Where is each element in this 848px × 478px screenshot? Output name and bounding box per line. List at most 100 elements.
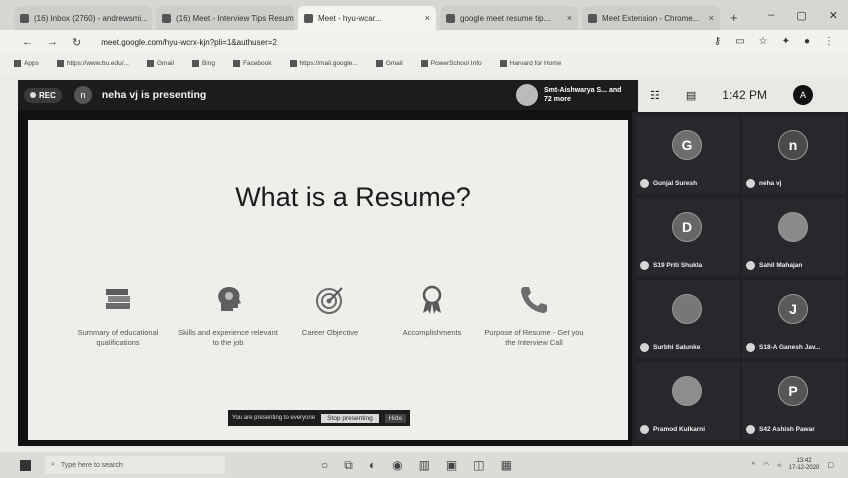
participant-tile[interactable]: D S19 Priti Shukla [636, 198, 740, 276]
recording-badge: REC [24, 87, 62, 103]
mic-active-icon [746, 179, 755, 188]
stop-presenting-button[interactable]: Stop presenting [321, 413, 379, 423]
mic-off-icon [746, 343, 755, 352]
meet-top-bar: REC n neha vj is presenting Smt-Aishwary… [18, 80, 638, 110]
bookmark-item[interactable]: https://mail.google... [289, 60, 358, 68]
pinned-participant[interactable]: Smt-Aishwarya S... and 72 more [516, 84, 630, 106]
url-field[interactable]: meet.google.com/hyu-wcrx-kjn?pli=1&authu… [101, 38, 277, 47]
facebook-icon [232, 60, 240, 68]
participant-tile[interactable]: Surbhi Salunke [636, 280, 740, 358]
google-icon [146, 60, 154, 68]
slide-item-skills: Skills and experience relevant to the jo… [178, 280, 278, 348]
participant-name-row: Sahil Mahajan [746, 261, 802, 270]
network-icon[interactable]: ◠ [763, 461, 769, 469]
bookmark-item[interactable]: Bing [191, 60, 215, 68]
browser-tab[interactable]: google meet resume tip... × [440, 6, 578, 30]
tab-favicon-icon [446, 13, 455, 23]
tab-label: Meet Extension - Chrome... [602, 13, 700, 23]
bookmark-item[interactable]: https://www.bu.edu/... [56, 60, 129, 68]
menu-icon[interactable]: ⋮ [824, 36, 834, 47]
account-avatar[interactable]: A [792, 85, 813, 105]
mic-off-icon [746, 261, 755, 270]
slide-item-objective: Career Objective [280, 280, 380, 338]
bookmark-item[interactable]: PowerSchool Info [420, 60, 482, 68]
participant-avatar: P [778, 376, 808, 406]
mic-off-icon [640, 343, 649, 352]
close-tab-icon[interactable]: × [425, 13, 430, 23]
tray-clock[interactable]: 13:42 17-12-2020 [789, 458, 820, 472]
record-dot-icon [30, 92, 36, 98]
presenter-avatar: n [73, 86, 92, 104]
system-tray: ^ ◠ ◃ 13:42 17-12-2020 ▢ [752, 458, 834, 472]
meet-top-right-controls: ☷ ▤ 1:42 PM A [638, 78, 848, 112]
tab-favicon-icon [304, 13, 313, 23]
bookmark-item[interactable]: Gmail [375, 60, 403, 68]
profile-icon[interactable]: ● [804, 36, 810, 47]
hide-button[interactable]: Hide [384, 413, 407, 423]
close-tab-icon[interactable]: × [567, 13, 572, 23]
star-icon[interactable]: ☆ [759, 36, 768, 47]
chat-icon[interactable]: ▤ [686, 89, 696, 102]
bookmark-item[interactable]: Harvard for Home [499, 60, 561, 68]
bookmark-icon [420, 60, 428, 68]
participant-tile[interactable]: Sahil Mahajan [742, 198, 846, 276]
notifications-icon[interactable]: ▢ [827, 461, 834, 469]
store-icon[interactable]: ▣ [446, 458, 457, 473]
slide-item-education: Summary of educational qualifications [68, 280, 168, 348]
tab-label: Meet - hyu-wcar... [318, 13, 382, 23]
books-icon [68, 280, 168, 320]
edge-icon[interactable]: ◐ [369, 458, 376, 473]
windows-start-icon[interactable] [20, 459, 31, 471]
gmail-icon [375, 60, 383, 68]
app-icon[interactable]: ▦ [501, 458, 512, 473]
bookmark-item[interactable]: Apps [14, 60, 39, 68]
taskbar-search-box[interactable]: ⌕ Type here to search [45, 456, 225, 474]
people-icon[interactable]: ☷ [650, 89, 660, 102]
participant-tile[interactable]: P S42 Ashish Pawar [742, 362, 846, 440]
chrome-icon[interactable]: ◉ [392, 458, 402, 473]
key-icon[interactable]: ⚷ [714, 36, 721, 47]
participant-tile[interactable]: n neha vj [742, 116, 846, 194]
reload-icon[interactable]: ↻ [72, 36, 81, 49]
close-tab-icon[interactable]: × [709, 13, 714, 23]
presentation-slide: What is a Resume? Summary of educational… [28, 120, 628, 440]
minimize-icon[interactable]: – [768, 9, 774, 22]
browser-tab-active[interactable]: Meet - hyu-wcar... × [298, 6, 436, 30]
browser-tab[interactable]: Meet Extension - Chrome... × [582, 6, 720, 30]
cast-icon[interactable]: ▭ [735, 36, 744, 47]
bookmarks-bar: Apps https://www.bu.edu/... Gmail Bing F… [0, 54, 848, 74]
slide-title: What is a Resume? [235, 182, 471, 212]
taskbar-apps: ○ ⧉ ◐ ◉ ▥ ▣ ◫ ▦ [321, 458, 512, 473]
tray-arrow-icon[interactable]: ^ [752, 462, 755, 469]
close-window-icon[interactable]: ✕ [829, 9, 838, 22]
screen: (16) Inbox (2760) - andrewsmi...× (16) M… [0, 0, 848, 478]
participant-name-row: S18-A Ganesh Jav... [746, 343, 820, 352]
task-view-icon[interactable]: ⧉ [344, 458, 353, 473]
back-icon[interactable]: ← [22, 36, 33, 48]
maximize-icon[interactable]: ▢ [796, 9, 806, 22]
volume-icon[interactable]: ◃ [777, 461, 781, 469]
participant-tile[interactable]: G Gunjal Suresh [636, 116, 740, 194]
new-tab-icon[interactable]: + [730, 10, 738, 25]
bookmark-item[interactable]: Gmail [146, 60, 174, 68]
participant-name-row: S42 Ashish Pawar [746, 425, 815, 434]
browser-tab[interactable]: (16) Meet - Interview Tips Resume...× [156, 6, 294, 30]
mail-icon[interactable]: ◫ [473, 458, 484, 473]
tab-favicon-icon [588, 13, 597, 23]
extension-icon[interactable]: ✦ [782, 36, 790, 47]
bookmark-item[interactable]: Facebook [232, 60, 272, 68]
browser-tab[interactable]: (16) Inbox (2760) - andrewsmi...× [14, 6, 152, 30]
files-icon[interactable]: ▥ [419, 458, 430, 473]
tab-label: (16) Meet - Interview Tips Resume... [176, 13, 294, 23]
participant-photo [778, 212, 808, 242]
forward-icon[interactable]: → [47, 36, 58, 48]
participant-avatar: J [778, 294, 808, 324]
slide-item-label: Skills and experience relevant to the jo… [178, 328, 278, 347]
tab-label: (16) Inbox (2760) - andrewsmi... [34, 13, 148, 23]
cortana-icon[interactable]: ○ [321, 458, 328, 473]
search-icon: ⌕ [51, 461, 55, 468]
participant-tile[interactable]: J S18-A Ganesh Jav... [742, 280, 846, 358]
presenting-status: neha vj is presenting [101, 89, 207, 101]
participant-tile[interactable]: Pramod Kulkarni [636, 362, 740, 440]
presenting-message: You are presenting to everyone [232, 415, 316, 421]
